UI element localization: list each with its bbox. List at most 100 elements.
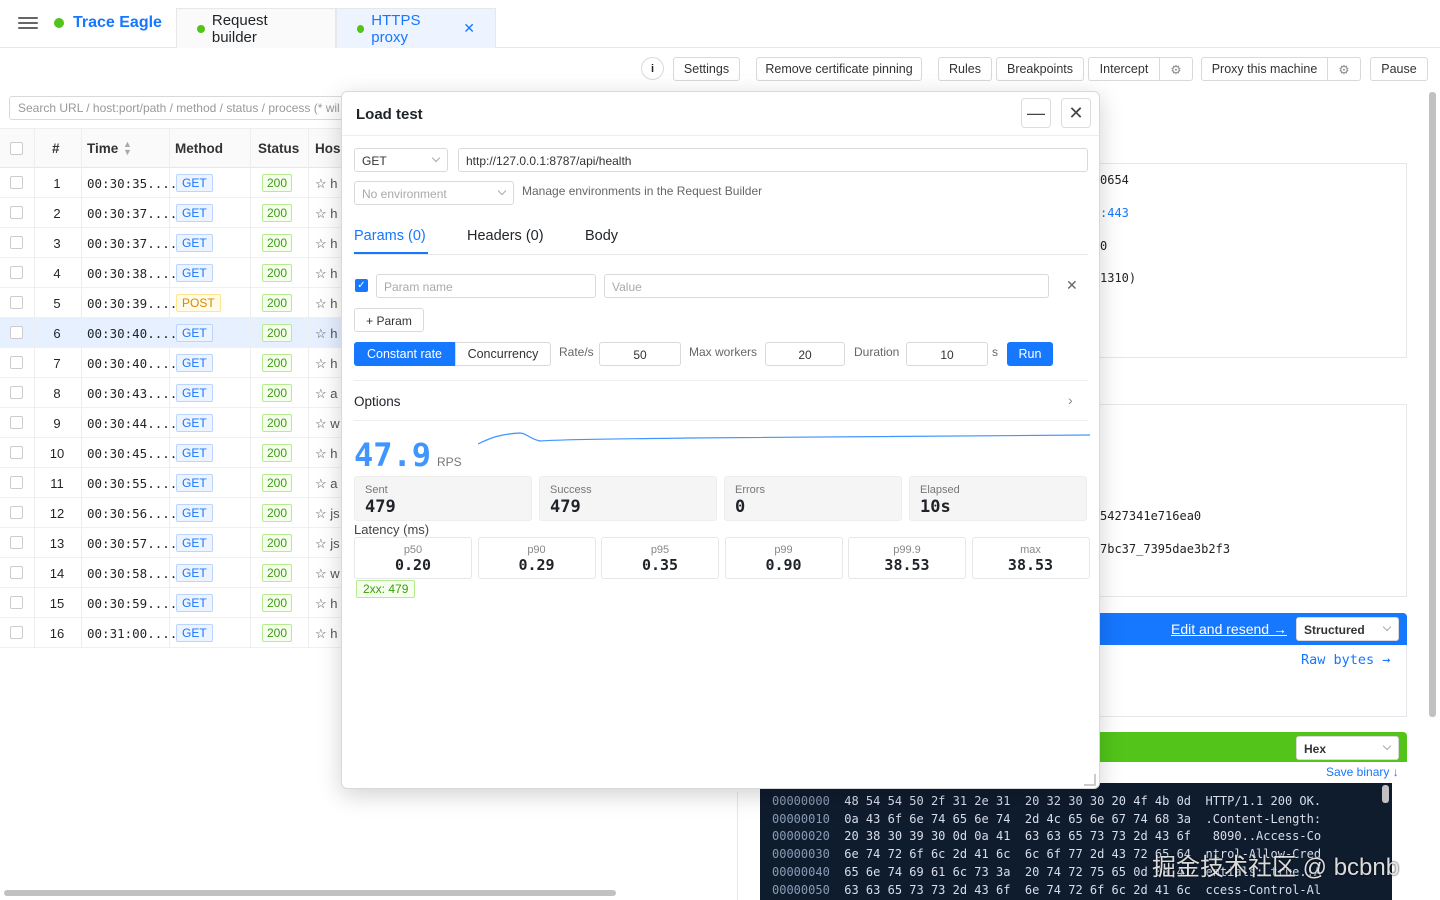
proxy-settings-gear-icon[interactable]: ⚙ xyxy=(1327,57,1361,81)
col-time[interactable]: Time xyxy=(87,141,118,156)
method-badge: GET xyxy=(176,264,213,282)
close-dialog-button[interactable]: ✕ xyxy=(1061,98,1091,128)
row-checkbox[interactable] xyxy=(10,506,23,519)
param-enabled-checkbox[interactable]: ✓ xyxy=(355,279,368,292)
add-param-button[interactable]: + Param xyxy=(354,308,424,332)
concurrency-toggle[interactable]: Concurrency xyxy=(455,342,551,366)
tab-params[interactable]: Params (0) xyxy=(354,228,426,244)
row-checkbox[interactable] xyxy=(10,206,23,219)
tab-body[interactable]: Body xyxy=(585,228,618,244)
row-number: 11 xyxy=(50,476,64,491)
tab-request-builder[interactable]: Request builder xyxy=(176,8,336,48)
row-number: 10 xyxy=(49,446,65,461)
table-row[interactable]: 8 00:30:43.... GET 200 ☆ a xyxy=(0,378,345,408)
sort-icon[interactable]: ▲ ▼ xyxy=(123,140,132,157)
breakpoints-button[interactable]: Breakpoints xyxy=(996,57,1084,81)
row-checkbox[interactable] xyxy=(10,326,23,339)
rules-button[interactable]: Rules xyxy=(938,57,992,81)
run-button[interactable]: Run xyxy=(1007,342,1053,366)
row-checkbox[interactable] xyxy=(10,236,23,249)
options-label[interactable]: Options xyxy=(354,394,401,409)
intercept-button[interactable]: Intercept xyxy=(1088,57,1159,81)
table-row[interactable]: 15 00:30:59.... GET 200 ☆ h xyxy=(0,588,345,618)
vertical-scrollbar[interactable] xyxy=(1429,92,1436,717)
row-number: 5 xyxy=(53,296,61,311)
table-row[interactable]: 9 00:30:44.... GET 200 ☆ w xyxy=(0,408,345,438)
menu-icon[interactable] xyxy=(18,14,38,32)
table-row[interactable]: 13 00:30:57.... GET 200 ☆ js xyxy=(0,528,345,558)
column-divider xyxy=(34,128,35,648)
method-select[interactable]: GET xyxy=(354,148,448,172)
table-row[interactable]: 7 00:30:40.... GET 200 ☆ h xyxy=(0,348,345,378)
minimize-button[interactable]: — xyxy=(1021,98,1051,128)
table-row[interactable]: 12 00:30:56.... GET 200 ☆ js xyxy=(0,498,345,528)
table-row[interactable]: 11 00:30:55.... GET 200 ☆ a xyxy=(0,468,345,498)
row-checkbox[interactable] xyxy=(10,386,23,399)
rate-input[interactable]: 50 xyxy=(599,342,681,366)
remove-certificate-pinning-button[interactable]: Remove certificate pinning xyxy=(756,57,922,81)
table-row[interactable]: 10 00:30:45.... GET 200 ☆ h xyxy=(0,438,345,468)
info-button[interactable]: i xyxy=(641,57,664,80)
method-badge: GET xyxy=(176,504,213,522)
row-host: ☆ h xyxy=(315,296,338,311)
raw-bytes-link[interactable]: Raw bytes → xyxy=(1301,652,1390,668)
table-row[interactable]: 16 00:31:00.... GET 200 ☆ h xyxy=(0,618,345,648)
row-checkbox[interactable] xyxy=(10,266,23,279)
environment-select[interactable]: No environment xyxy=(354,181,514,205)
proxy-this-machine-button[interactable]: Proxy this machine xyxy=(1201,57,1327,81)
row-host: ☆ w xyxy=(315,566,340,581)
col-status[interactable]: Status xyxy=(258,141,299,156)
table-row[interactable]: 3 00:30:37.... GET 200 ☆ h xyxy=(0,228,345,258)
intercept-settings-gear-icon[interactable]: ⚙ xyxy=(1159,57,1193,81)
close-icon[interactable]: ✕ xyxy=(463,20,475,37)
hex-bytes: 6e 74 72 6f 6c 2d 41 6c 6c 6f 77 2d 43 7… xyxy=(844,847,1192,862)
row-checkbox[interactable] xyxy=(10,536,23,549)
url-input[interactable]: http://127.0.0.1:8787/api/health xyxy=(458,148,1088,172)
duration-input[interactable]: 10 xyxy=(906,342,988,366)
settings-button[interactable]: Settings xyxy=(673,57,740,81)
remove-param-close-icon[interactable]: ✕ xyxy=(1066,277,1078,294)
param-value-input[interactable]: Value xyxy=(604,274,1049,298)
horizontal-scrollbar[interactable] xyxy=(4,890,616,896)
table-row[interactable]: 14 00:30:58.... GET 200 ☆ w xyxy=(0,558,345,588)
row-checkbox[interactable] xyxy=(10,596,23,609)
pause-button[interactable]: Pause xyxy=(1370,57,1428,81)
hex-ascii: HTTP/1.1 200 OK. xyxy=(1205,794,1322,808)
max-workers-input[interactable]: 20 xyxy=(765,342,845,366)
hex-scrollbar[interactable] xyxy=(1382,785,1389,803)
row-checkbox[interactable] xyxy=(10,446,23,459)
row-checkbox[interactable] xyxy=(10,566,23,579)
table-row[interactable]: 5 00:30:39.... POST 200 ☆ h xyxy=(0,288,345,318)
col-method[interactable]: Method xyxy=(175,141,223,156)
edit-and-resend-link[interactable]: Edit and resend → xyxy=(1171,621,1287,637)
row-checkbox[interactable] xyxy=(10,476,23,489)
encoding-select[interactable]: Hex xyxy=(1296,736,1399,760)
row-checkbox[interactable] xyxy=(10,296,23,309)
search-input[interactable]: Search URL / host:port/path / method / s… xyxy=(9,96,344,120)
status-badge: 200 xyxy=(262,474,293,492)
tab-headers[interactable]: Headers (0) xyxy=(467,228,544,244)
row-checkbox[interactable] xyxy=(10,626,23,639)
select-all-checkbox[interactable] xyxy=(10,142,23,155)
chevron-right-icon[interactable]: › xyxy=(1068,392,1073,408)
save-binary-link[interactable]: Save binary ↓ xyxy=(1326,765,1399,779)
tab-https-proxy[interactable]: HTTPS proxy ✕ xyxy=(336,8,496,48)
detail-info-box xyxy=(1097,404,1407,597)
table-row[interactable]: 1 00:30:35.... GET 200 ☆ h xyxy=(0,168,345,198)
resize-handle[interactable] xyxy=(1084,774,1096,786)
table-row[interactable]: 4 00:30:38.... GET 200 ☆ h xyxy=(0,258,345,288)
table-row[interactable]: 2 00:30:37.... GET 200 ☆ h xyxy=(0,198,345,228)
row-checkbox[interactable] xyxy=(10,356,23,369)
constant-rate-toggle[interactable]: Constant rate xyxy=(354,342,455,366)
column-divider xyxy=(250,128,251,648)
tabs-divider xyxy=(354,254,1088,255)
col-host[interactable]: Hos xyxy=(315,141,341,156)
status-badge: 2xx: 479 xyxy=(356,580,416,598)
view-mode-value: Structured xyxy=(1304,623,1365,637)
param-name-input[interactable]: Param name xyxy=(376,274,596,298)
row-host: ☆ a xyxy=(315,476,338,491)
view-mode-select[interactable]: Structured xyxy=(1296,617,1399,641)
table-row[interactable]: 6 00:30:40.... GET 200 ☆ h xyxy=(0,318,345,348)
row-checkbox[interactable] xyxy=(10,176,23,189)
row-checkbox[interactable] xyxy=(10,416,23,429)
